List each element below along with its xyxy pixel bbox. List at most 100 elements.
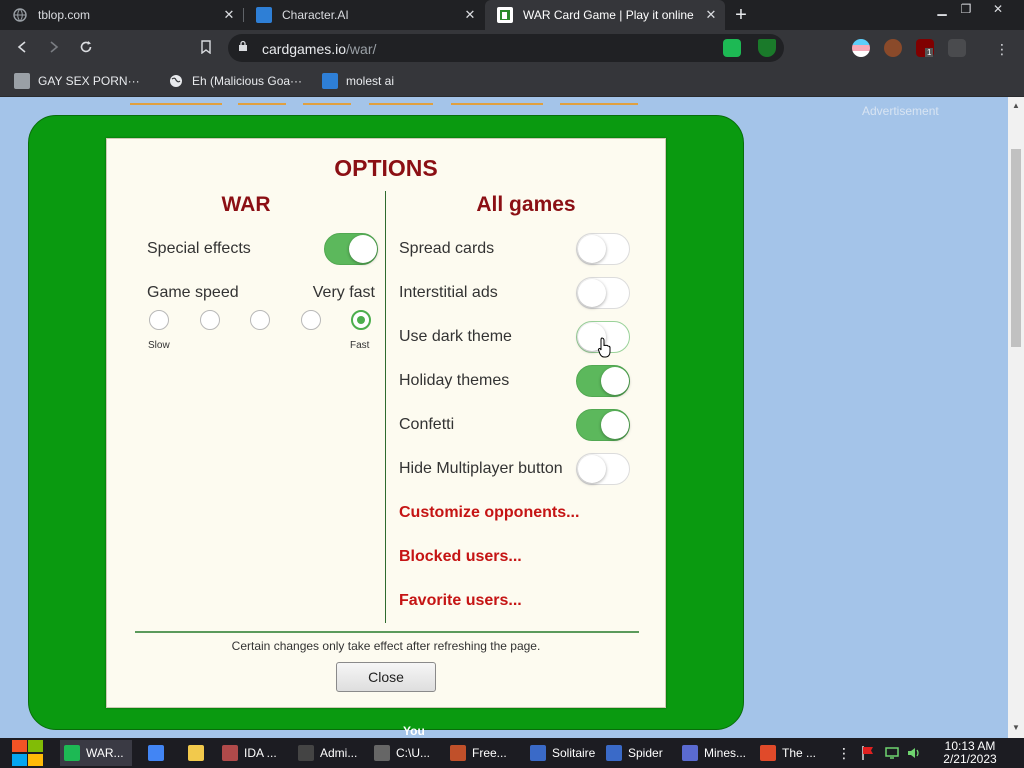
holiday-themes-toggle[interactable] [576,365,630,397]
toggle-knob [578,235,606,263]
taskbar-item[interactable] [144,740,176,766]
taskbar-item[interactable]: C:\U... [370,740,442,766]
game-speed-radio[interactable] [250,310,270,330]
taskbar-item[interactable]: Free... [446,740,518,766]
hide-multiplayer-label: Hide Multiplayer button [399,460,563,477]
taskbar-item[interactable]: The ... [756,740,828,766]
flag-extension-icon[interactable] [852,39,870,57]
close-window-icon[interactable]: ✕ [984,0,1012,18]
toggle-knob [349,235,377,263]
shield-extension-icon[interactable] [758,39,776,57]
taskbar-item-label: Spider [628,746,663,760]
bookmark-item[interactable]: molest ai [322,73,394,89]
toggle-knob [578,455,606,483]
taskbar-item[interactable]: Mines... [678,740,750,766]
spread-cards-toggle[interactable] [576,233,630,265]
dark-theme-label: Use dark theme [399,328,512,345]
taskbar-item[interactable] [184,740,216,766]
globe-icon [168,73,184,89]
new-tab-button[interactable]: + [731,4,751,26]
interstitial-ads-label: Interstitial ads [399,284,498,301]
taskbar-item-label: Solitaire [552,746,596,760]
globe-icon [12,7,28,23]
close-button[interactable]: Close [336,662,436,692]
special-effects-toggle[interactable] [324,233,378,265]
taskbar-item[interactable]: WAR... [60,740,132,766]
taskbar-app-icon [530,745,546,761]
tab-close-icon[interactable]: ✕ [462,7,478,23]
tab-war-card-game[interactable]: WAR Card Game | Play it online ✕ [485,0,725,30]
site-nav-link[interactable] [303,97,352,105]
taskbar-item[interactable]: Solitaire [526,740,598,766]
cardgames-icon [497,7,513,23]
advertisement-label: Advertisement [862,104,939,118]
scrollbar-thumb[interactable] [1011,149,1021,347]
site-nav-links [130,97,639,108]
forward-icon[interactable] [44,39,64,59]
extension-badge: 1 [925,48,934,57]
bookmarks-bar: GAY SEX PORN··· Eh (Malicious Goa··· mol… [0,67,1024,97]
page-scrollbar[interactable]: ▲ ▼ [1008,97,1024,738]
site-nav-link[interactable] [237,97,286,105]
customize-opponents-link[interactable]: Customize opponents... [399,504,579,522]
network-tray-icon[interactable] [884,745,900,761]
site-nav-link[interactable] [368,97,433,105]
taskbar-item-label: WAR... [86,746,124,760]
reload-icon[interactable] [76,39,96,59]
profile-extension-icon[interactable] [884,39,902,57]
hand-cursor-icon [598,337,611,358]
taskbar-app-icon [682,745,698,761]
volume-tray-icon[interactable] [906,745,922,761]
tab-tblop[interactable]: tblop.com ✕ [0,0,243,30]
speed-max-label: Fast [350,340,370,351]
flag-tray-icon[interactable] [860,745,876,761]
scroll-up-icon[interactable]: ▲ [1012,101,1020,110]
confetti-toggle[interactable] [576,409,630,441]
scroll-down-icon[interactable]: ▼ [1012,723,1020,732]
windows-start-icon[interactable] [8,738,46,768]
tab-title: Character.AI [282,8,349,22]
game-speed-radio[interactable] [351,310,371,330]
restore-window-icon[interactable]: ❐ [952,0,980,18]
taskbar-app-icon [188,745,204,761]
bookmark-item[interactable]: Eh (Malicious Goa··· [168,73,302,89]
taskbar-clock[interactable]: 10:13 AM 2/21/2023 [928,740,1012,766]
address-bar[interactable]: cardgames.io/war/ [228,34,784,62]
bookmark-favicon-icon [14,73,30,89]
toggle-knob [578,279,606,307]
taskbar-item[interactable]: Spider [602,740,674,766]
taskbar-app-icon [450,745,466,761]
taskbar-item[interactable]: Admi... [294,740,366,766]
ublock-icon[interactable]: 1 [916,39,934,57]
site-nav-link[interactable] [130,97,222,105]
lock-icon [238,40,248,55]
tab-character-ai[interactable]: Character.AI ✕ [244,0,484,30]
favorite-users-link[interactable]: Favorite users... [399,592,522,610]
bookmark-item[interactable]: GAY SEX PORN··· [14,73,140,89]
bookmark-label: GAY SEX PORN··· [38,74,140,88]
taskbar-app-icon [606,745,622,761]
tab-close-icon[interactable]: ✕ [703,7,719,23]
back-icon[interactable] [12,39,32,59]
game-speed-radio[interactable] [300,310,321,330]
menu-kebab-icon[interactable]: ⋮ [992,39,1012,59]
interstitial-ads-toggle[interactable] [576,277,630,309]
bookmark-icon[interactable] [196,39,216,59]
taskbar-item[interactable]: IDA ... [218,740,290,766]
clock-date: 2/21/2023 [943,752,997,766]
game-speed-radio[interactable] [149,310,169,330]
special-effects-label: Special effects [147,240,251,257]
tab-title: WAR Card Game | Play it online [523,8,694,22]
site-nav-link[interactable] [560,97,639,105]
url-text: cardgames.io/war/ [262,41,376,57]
extension-icon[interactable] [948,39,966,57]
site-nav-link[interactable] [450,97,543,105]
confetti-label: Confetti [399,416,455,433]
extension-green-icon[interactable] [723,39,741,57]
browser-tab-strip: tblop.com ✕ Character.AI ✕ WAR Card Game… [0,0,1024,30]
blocked-users-link[interactable]: Blocked users... [399,548,522,566]
game-speed-radio[interactable] [199,310,220,330]
tab-close-icon[interactable]: ✕ [221,7,237,23]
hide-multiplayer-toggle[interactable] [576,453,630,485]
tray-overflow-icon[interactable]: ⋮ [836,745,852,761]
